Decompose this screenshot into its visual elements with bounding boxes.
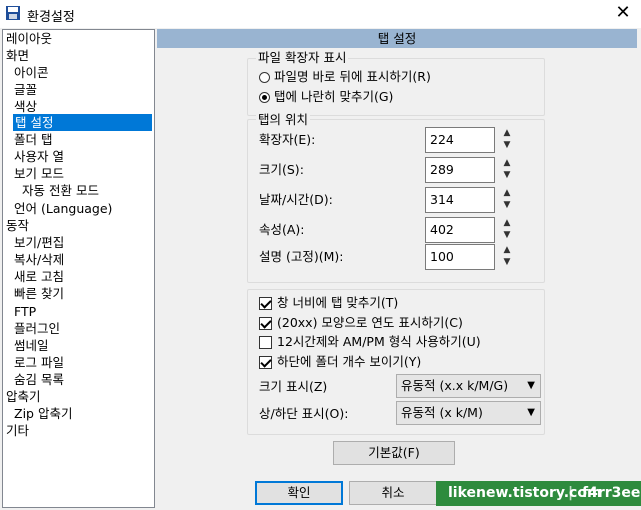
- tree-item-copy-delete[interactable]: 복사/삭제: [14, 251, 64, 268]
- tree-item-misc[interactable]: 기타: [6, 422, 29, 439]
- size-position-label: 크기(S):: [259, 162, 304, 177]
- radio-label: 파일명 바로 뒤에 표시하기(R): [274, 69, 431, 84]
- page-header: 탭 설정: [157, 29, 637, 48]
- settings-category-tree[interactable]: 레이아웃 화면 아이콘 글꼴 색상 탭 설정 폴더 탭 사용자 열 보기 모드 …: [2, 29, 155, 508]
- spin-down-icon[interactable]: ▼: [500, 256, 514, 268]
- checkbox-label: 12시간제와 AM/PM 형식 사용하기(U): [277, 334, 481, 349]
- size-position-spinner[interactable]: ▲ ▼: [500, 157, 514, 183]
- spin-up-icon[interactable]: ▲: [500, 157, 514, 169]
- radio-after-filename[interactable]: 파일명 바로 뒤에 표시하기(R): [259, 68, 431, 86]
- tree-item-archivers[interactable]: 압축기: [6, 388, 41, 405]
- tree-item-zip-archiver[interactable]: Zip 압축기: [14, 405, 72, 422]
- attributes-position-label: 속성(A):: [259, 222, 305, 237]
- watermark-separator: |: [568, 485, 574, 501]
- radio-align-with-tab[interactable]: 탭에 나란히 맞추기(G): [259, 88, 393, 106]
- datetime-position-input[interactable]: 314: [425, 187, 495, 213]
- tree-item-layout[interactable]: 레이아웃: [6, 30, 52, 47]
- status-display-value: 유동적 (x k/M): [401, 405, 483, 420]
- watermark-banner: likenew.tistory.com | f4rr3ee: [436, 481, 641, 506]
- window-title: 환경설정: [27, 10, 75, 25]
- spin-down-icon[interactable]: ▼: [500, 229, 514, 241]
- checkbox-folder-count[interactable]: 하단에 폴더 개수 보이기(Y): [259, 353, 421, 371]
- tree-item-fonts[interactable]: 글꼴: [14, 81, 37, 98]
- radio-label: 탭에 나란히 맞추기(G): [274, 89, 394, 104]
- tree-item-hidden-list[interactable]: 숨김 목록: [14, 371, 64, 388]
- checkbox-year-format[interactable]: (20xx) 모양으로 연도 표시하기(C): [259, 314, 463, 332]
- tree-item-view-edit[interactable]: 보기/편집: [14, 234, 64, 251]
- app-icon: [6, 6, 20, 20]
- attributes-position-spinner[interactable]: ▲ ▼: [500, 217, 514, 243]
- ok-button[interactable]: 확인: [255, 481, 343, 505]
- tree-item-auto-switch-mode[interactable]: 자동 전환 모드: [22, 182, 99, 199]
- default-button[interactable]: 기본값(F): [333, 441, 455, 465]
- position-group-label: 탭의 위치: [256, 112, 310, 127]
- checkbox-box[interactable]: [259, 316, 272, 330]
- tree-item-view-mode[interactable]: 보기 모드: [14, 165, 64, 182]
- cancel-button[interactable]: 취소: [349, 481, 437, 505]
- size-display-value: 유동적 (x.x k/M/G): [401, 378, 509, 393]
- spin-down-icon[interactable]: ▼: [500, 169, 514, 181]
- size-position-input[interactable]: 289: [425, 157, 495, 183]
- watermark-handle: f4rr3ee: [582, 485, 641, 501]
- extension-display-group: [247, 58, 545, 116]
- checkbox-label: 하단에 폴더 개수 보이기(Y): [277, 354, 422, 369]
- datetime-position-spinner[interactable]: ▲ ▼: [500, 187, 514, 213]
- tree-item-refresh[interactable]: 새로 고침: [14, 268, 64, 285]
- spin-up-icon[interactable]: ▲: [500, 187, 514, 199]
- close-icon[interactable]: ✕: [605, 0, 641, 28]
- datetime-position-label: 날짜/시간(D):: [259, 192, 333, 207]
- description-position-input[interactable]: 100: [425, 244, 495, 270]
- status-display-label: 상/하단 표시(O):: [259, 406, 349, 421]
- checkbox-label: 창 너비에 탭 맞추기(T): [277, 295, 399, 310]
- tree-item-thumbnails[interactable]: 썸네일: [14, 337, 49, 354]
- radio-circle[interactable]: [259, 71, 270, 83]
- radio-circle[interactable]: [259, 91, 270, 103]
- checkbox-label: (20xx) 모양으로 연도 표시하기(C): [277, 315, 463, 330]
- tree-item-plugins[interactable]: 플러그인: [14, 320, 60, 337]
- tree-item-ftp[interactable]: FTP: [14, 303, 36, 320]
- size-display-select[interactable]: 유동적 (x.x k/M/G) ▼: [396, 374, 541, 398]
- extension-position-input[interactable]: 224: [425, 127, 495, 153]
- title-bar: 환경설정 ✕: [0, 0, 641, 28]
- spin-down-icon[interactable]: ▼: [500, 139, 514, 151]
- tree-item-icons[interactable]: 아이콘: [14, 64, 49, 81]
- extension-group-label: 파일 확장자 표시: [256, 50, 349, 65]
- checkbox-box[interactable]: [259, 355, 272, 369]
- extension-position-label: 확장자(E):: [259, 132, 316, 147]
- chevron-down-icon[interactable]: ▼: [527, 402, 535, 424]
- tree-item-language[interactable]: 언어 (Language): [14, 200, 112, 217]
- tree-item-folder-tabs[interactable]: 폴더 탭: [14, 131, 52, 148]
- checkbox-fit-tabs-to-width[interactable]: 창 너비에 탭 맞추기(T): [259, 294, 398, 312]
- checkbox-box[interactable]: [259, 335, 272, 349]
- checkbox-box[interactable]: [259, 296, 272, 310]
- spin-up-icon[interactable]: ▲: [500, 217, 514, 229]
- spin-up-icon[interactable]: ▲: [500, 244, 514, 256]
- description-position-label: 설명 (고정)(M):: [259, 249, 344, 264]
- description-position-spinner[interactable]: ▲ ▼: [500, 244, 514, 270]
- tree-item-user-columns[interactable]: 사용자 열: [14, 148, 64, 165]
- tree-item-colors[interactable]: 색상: [14, 98, 37, 115]
- size-display-label: 크기 표시(Z): [259, 379, 328, 394]
- spin-up-icon[interactable]: ▲: [500, 127, 514, 139]
- tree-item-display[interactable]: 화면: [6, 47, 29, 64]
- spin-down-icon[interactable]: ▼: [500, 199, 514, 211]
- chevron-down-icon[interactable]: ▼: [527, 375, 535, 397]
- extension-position-spinner[interactable]: ▲ ▼: [500, 127, 514, 153]
- tree-item-quick-search[interactable]: 빠른 찾기: [14, 285, 64, 302]
- tree-item-tab-settings[interactable]: 탭 설정: [13, 114, 152, 131]
- watermark-site: likenew.tistory.com: [448, 485, 602, 501]
- checkbox-12-hour-format[interactable]: 12시간제와 AM/PM 형식 사용하기(U): [259, 333, 481, 351]
- tree-item-log-file[interactable]: 로그 파일: [14, 354, 64, 371]
- status-display-select[interactable]: 유동적 (x k/M) ▼: [396, 401, 541, 425]
- attributes-position-input[interactable]: 402: [425, 217, 495, 243]
- tree-item-behavior[interactable]: 동작: [6, 217, 29, 234]
